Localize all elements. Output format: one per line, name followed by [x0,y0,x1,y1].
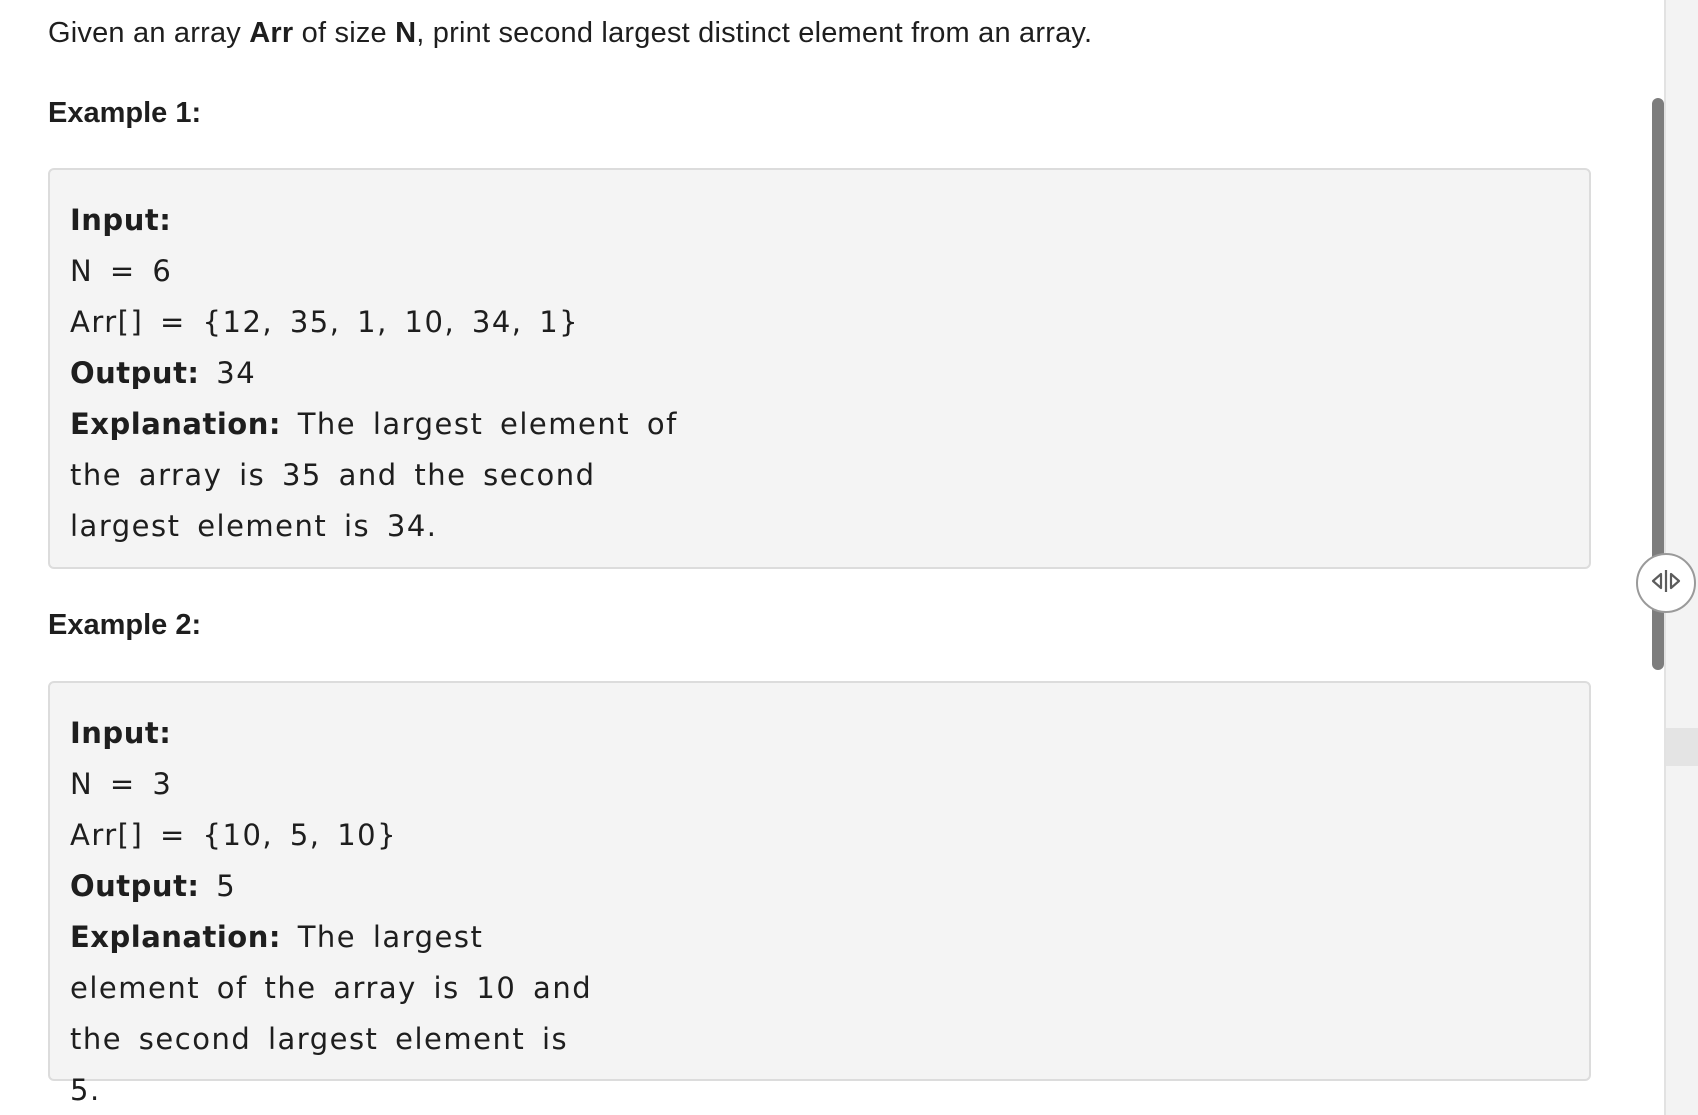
example-2-output-label: Output: [70,869,200,903]
problem-page: Given an array Arr of size N, print seco… [0,0,1698,1115]
example-1-explanation-label: Explanation: [70,407,281,441]
example-2-output: Output: 5 [70,861,1569,912]
example-2-box: Input: N = 3 Arr[] = {10, 5, 10} Output:… [48,681,1591,1107]
example-1-explanation: Explanation: The largest element of the … [70,399,710,552]
example-2-arr-line: Arr[] = {10, 5, 10} [70,818,398,852]
example-2-explanation-label: Explanation: [70,920,281,954]
pane-resize-handle[interactable] [1636,553,1696,613]
example-1-output: Output: 34 [70,348,1569,399]
example-1-n-line: N = 6 [70,254,173,288]
intro-post: , print second largest distinct element … [416,17,1093,49]
example-1-output-label: Output: [70,356,200,390]
example-1-box: Input: N = 6 Arr[] = {12, 35, 1, 10, 34,… [48,168,1591,569]
problem-description: Given an array Arr of size N, print seco… [48,0,1593,52]
intro-mid: of size [293,17,396,49]
example-2-input-label: Input: [70,716,172,750]
example-2-heading: Example 2: [48,609,202,641]
example-1-heading: Example 1: [48,97,202,129]
example-2-explanation: Explanation: The largest element of the … [70,912,610,1115]
resize-horizontal-icon [1648,567,1684,600]
scrollbar-marker [1666,728,1698,766]
intro-arr: Arr [249,17,294,49]
example-2-output-value: 5 [216,869,237,903]
example-1-arr-line: Arr[] = {12, 35, 1, 10, 34, 1} [70,305,580,339]
example-2-n-line: N = 3 [70,767,173,801]
example-1-input-label: Input: [70,203,172,237]
example-1-output-value: 34 [216,356,257,390]
intro-pre: Given an array [48,17,250,49]
problem-statement: Given an array Arr of size N, print seco… [48,0,1593,1107]
intro-n: N [395,17,417,49]
